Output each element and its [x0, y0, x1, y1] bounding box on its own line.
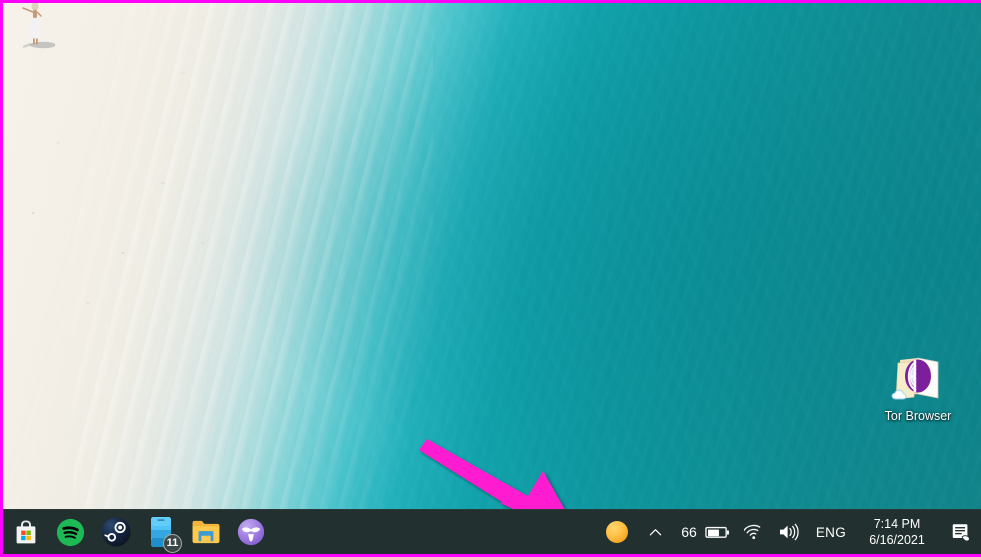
speaker-icon [779, 523, 799, 541]
spotify-icon [56, 518, 85, 546]
tray-battery[interactable]: 66 [672, 510, 737, 555]
your-phone-badge: 11 [163, 533, 182, 553]
desktop-icon-tor-browser[interactable]: Tor Browser [869, 349, 967, 424]
store-bag-icon [16, 520, 35, 544]
folder-icon [192, 520, 219, 544]
tray-network[interactable] [737, 510, 771, 555]
battery-icon [705, 526, 729, 538]
action-center-button[interactable] [941, 510, 981, 555]
mustache-icon [237, 518, 264, 546]
taskbar-item-mustache-browser[interactable] [228, 510, 273, 555]
taskbar-clock[interactable]: 7:14 PM 6/16/2021 [855, 510, 941, 555]
system-tray: 66 ENG 7:14 PM 6/16/2021 [595, 510, 981, 555]
desktop-icon-label: Tor Browser [884, 409, 952, 423]
taskbar-pinned-apps: 11 [3, 510, 273, 555]
taskbar-item-your-phone[interactable]: 11 [138, 510, 183, 555]
tray-flux-icon[interactable] [595, 510, 639, 555]
taskbar-item-spotify[interactable] [48, 510, 93, 555]
tray-show-hidden-icons[interactable] [639, 510, 672, 555]
taskbar: 11 66 ENG 7:14 PM 6/16/2021 [3, 509, 981, 554]
tray-volume[interactable] [771, 510, 807, 555]
clock-date: 6/16/2021 [869, 533, 925, 547]
wifi-icon [743, 524, 761, 540]
clock-time: 7:14 PM [873, 517, 921, 531]
flux-icon [606, 521, 629, 543]
taskbar-item-steam[interactable] [93, 510, 138, 555]
desktop-icon-layer: Tor Browser [3, 3, 981, 515]
battery-percentage-label: 66 [681, 524, 697, 540]
taskbar-item-file-explorer[interactable] [183, 510, 228, 555]
tray-language-indicator[interactable]: ENG [807, 510, 855, 555]
steam-icon [101, 517, 130, 547]
action-center-icon [952, 524, 970, 542]
taskbar-item-microsoft-store[interactable] [3, 510, 48, 555]
desktop-screen: Tor Browser 11 66 ENG 7:14 PM 6/16/2021 [0, 0, 981, 557]
tor-browser-icon [869, 349, 967, 407]
chevron-up-icon [650, 528, 662, 535]
